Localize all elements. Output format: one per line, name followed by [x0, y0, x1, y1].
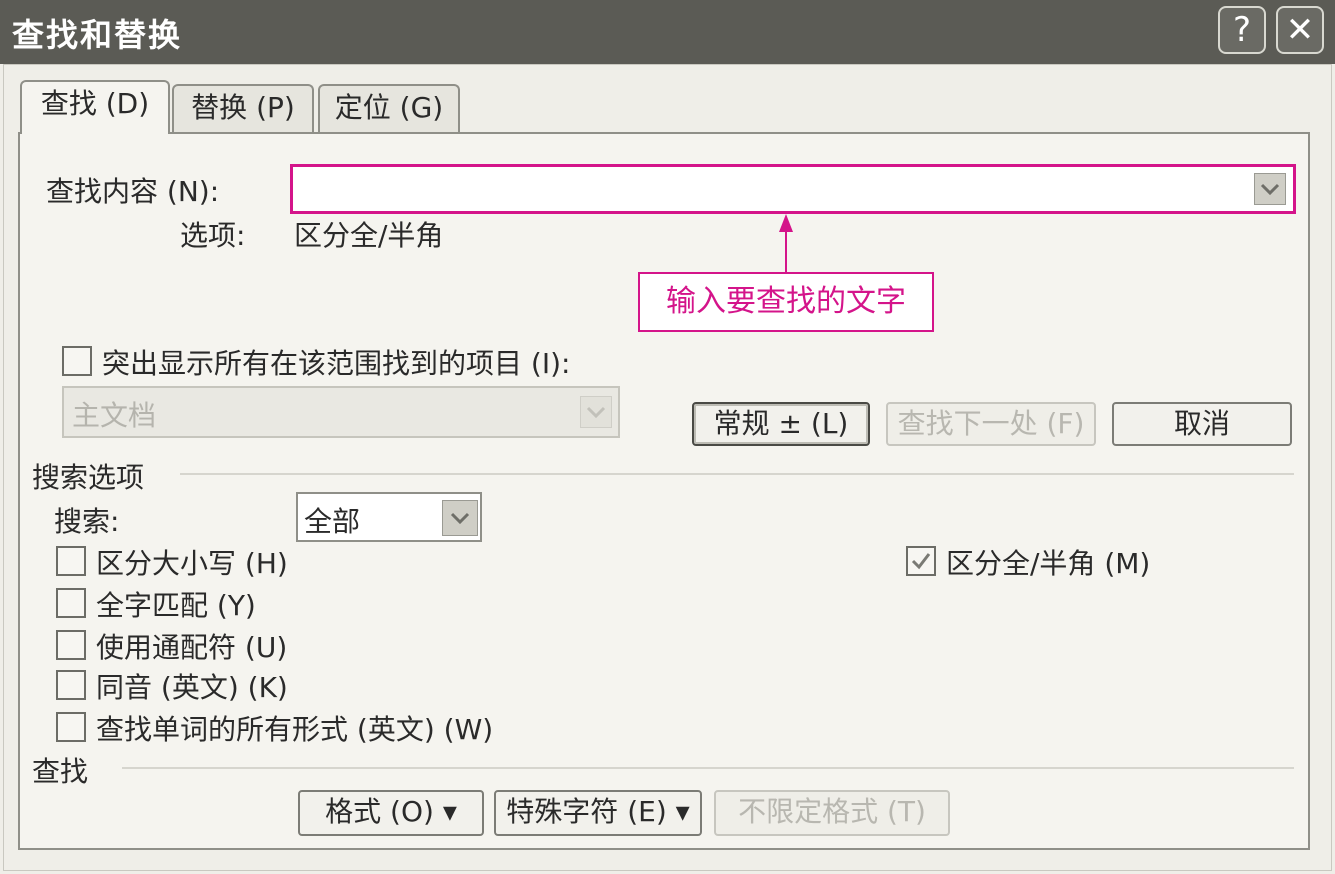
width-label: 区分全/半角 (M) — [946, 547, 1151, 580]
chevron-down-icon — [586, 406, 606, 419]
sounds-like-checkbox[interactable] — [56, 670, 86, 700]
special-button[interactable]: 特殊字符 (E) ▾ — [494, 790, 702, 836]
tab-goto[interactable]: 定位 (G) — [318, 84, 460, 132]
scope-dropdown-button — [580, 396, 612, 428]
options-label: 选项: — [180, 219, 246, 252]
width-checkbox[interactable] — [906, 546, 936, 576]
tab-replace[interactable]: 替换 (P) — [172, 84, 314, 132]
all-word-forms-checkbox[interactable] — [56, 712, 86, 742]
chevron-down-icon — [1260, 183, 1280, 196]
title-bar — [0, 0, 1335, 64]
tab-find[interactable]: 查找 (D) — [20, 80, 170, 134]
find-next-button: 查找下一处 (F) — [886, 402, 1096, 446]
close-button[interactable]: ✕ — [1276, 6, 1324, 54]
wildcards-checkbox[interactable] — [56, 630, 86, 660]
search-options-divider — [180, 473, 1294, 475]
whole-word-label: 全字匹配 (Y) — [96, 589, 256, 622]
highlight-label: 突出显示所有在该范围找到的项目 (I): — [102, 347, 571, 380]
search-label: 搜索: — [54, 505, 120, 538]
all-word-forms-label: 查找单词的所有形式 (英文) (W) — [96, 713, 494, 746]
help-button[interactable]: ? — [1218, 6, 1266, 54]
sounds-like-label: 同音 (英文) (K) — [96, 671, 288, 704]
match-case-checkbox[interactable] — [56, 546, 86, 576]
window-title: 查找和替换 — [12, 16, 183, 54]
match-case-label: 区分大小写 (H) — [96, 547, 288, 580]
search-select-value: 全部 — [304, 505, 361, 538]
wildcards-label: 使用通配符 (U) — [96, 631, 288, 664]
find-dropdown-button[interactable] — [1254, 173, 1286, 205]
checkmark-icon — [911, 553, 931, 570]
cancel-button[interactable]: 取消 — [1112, 402, 1292, 446]
find-group-title: 查找 — [32, 755, 89, 788]
find-input[interactable] — [290, 164, 1296, 214]
chevron-down-icon — [450, 512, 470, 525]
find-label: 查找内容 (N): — [46, 175, 220, 208]
annotation-arrow — [779, 214, 793, 272]
no-formatting-button: 不限定格式 (T) — [714, 790, 950, 836]
options-value: 区分全/半角 — [294, 219, 444, 252]
annotation-callout: 输入要查找的文字 — [638, 272, 934, 332]
search-options-title: 搜索选项 — [32, 461, 145, 494]
format-button[interactable]: 格式 (O) ▾ — [298, 790, 484, 836]
whole-word-checkbox[interactable] — [56, 588, 86, 618]
scope-select: 主文档 — [62, 386, 620, 438]
search-dropdown-button[interactable] — [442, 500, 478, 536]
normal-button[interactable]: 常规 ± (L) — [692, 402, 870, 446]
scope-select-value: 主文档 — [72, 399, 157, 432]
find-group-divider — [122, 767, 1294, 769]
highlight-checkbox[interactable] — [62, 346, 92, 376]
